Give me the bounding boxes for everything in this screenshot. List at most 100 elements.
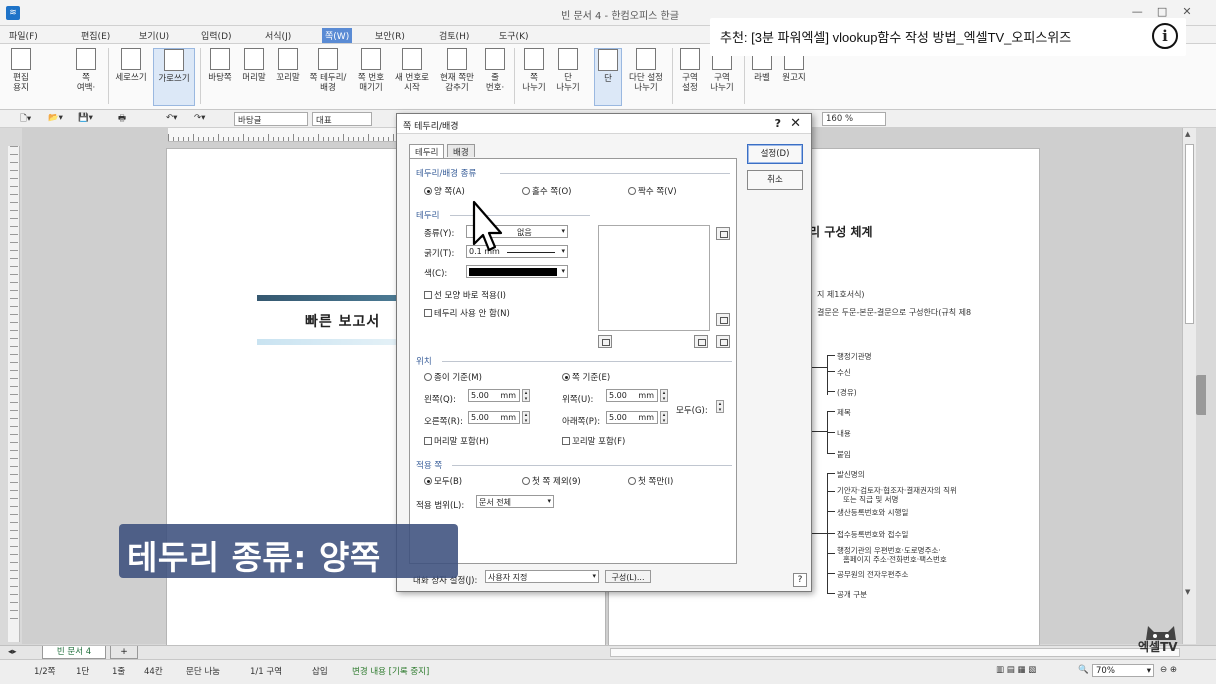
scroll-down-icon[interactable]: ▼ (1185, 588, 1190, 596)
minimize-button[interactable]: — (1126, 5, 1148, 18)
preset-select[interactable]: 사용자 지정 ▾ (485, 570, 599, 583)
menu-page[interactable]: 쪽(W) (322, 28, 353, 43)
border-preview[interactable] (598, 225, 710, 331)
dialog-title-bar[interactable]: 쪽 테두리/배경 ? ✕ (397, 114, 811, 134)
menu-tools[interactable]: 도구(K) (496, 28, 532, 43)
ribbon-page-break[interactable]: 쪽 나누기 (518, 48, 550, 93)
radio-page-basis[interactable]: 쪽 기준(E) (562, 371, 610, 383)
radio-even-pages[interactable]: 짝수 쪽(V) (628, 185, 677, 197)
ribbon-hide-page[interactable]: 현재 쪽만 감추기 (434, 48, 480, 93)
ribbon-margin[interactable]: 쪽 여백· (66, 48, 106, 93)
ribbon-multi-column[interactable]: 다단 설정 나누기 (624, 48, 668, 93)
undo-icon[interactable]: ↶▾ (166, 113, 177, 123)
side-panel-handle[interactable] (1196, 375, 1206, 415)
top-margin-input[interactable]: 5.00 mm (606, 389, 658, 402)
status-mode[interactable]: 삽입 (312, 665, 328, 677)
print-icon[interactable]: 🖶 (118, 113, 126, 127)
scroll-up-icon[interactable]: ▲ (1185, 130, 1190, 138)
all-margin-spinner[interactable]: ▴ ▾ (716, 400, 724, 413)
font-select[interactable]: 대표 (312, 112, 372, 126)
top-margin-spinner[interactable]: ▴ ▾ (660, 389, 668, 402)
save-icon[interactable]: 💾▾ (78, 113, 93, 123)
status-track-changes[interactable]: 변경 내용 [기록 중지] (352, 665, 429, 677)
ribbon-header[interactable]: 머리말 (238, 48, 270, 83)
radio-paper-basis[interactable]: 종이 기준(M) (424, 371, 482, 383)
right-margin-spinner[interactable]: ▴ ▾ (522, 411, 530, 424)
ribbon-vertical-writing[interactable]: 세로쓰기 (112, 48, 150, 83)
menu-edit[interactable]: 편집(E) (78, 28, 113, 43)
menu-format[interactable]: 서식(J) (262, 28, 294, 43)
border-left-button[interactable] (598, 335, 612, 348)
redo-icon[interactable]: ↷▾ (194, 113, 205, 123)
close-icon[interactable]: ✕ (790, 116, 801, 131)
horizontal-scrollbar[interactable] (610, 648, 1180, 657)
ribbon-column-break[interactable]: 단 나누기 (552, 48, 584, 93)
radio-except-first[interactable]: 첫 쪽 제외(9) (522, 475, 581, 487)
radio-apply-all[interactable]: 모두(B) (424, 475, 462, 487)
tab-nav-icon[interactable]: ◂▸ (8, 647, 17, 657)
menu-file[interactable]: 파일(F) (6, 28, 41, 43)
menu-review[interactable]: 검토(H) (436, 28, 472, 43)
style-select[interactable]: 바탕글 (234, 112, 308, 126)
menu-insert[interactable]: 입력(D) (198, 28, 235, 43)
ruler-tick (198, 137, 199, 141)
add-doc-tab-button[interactable]: + (110, 646, 138, 659)
range-select[interactable]: 문서 전체 ▾ (476, 495, 554, 508)
ribbon-section-settings[interactable]: 구역 설정 (676, 48, 704, 93)
ribbon-paper-edit[interactable]: 편집 용지 (6, 48, 36, 93)
zoom-input[interactable]: 70% ▾ (1092, 664, 1154, 677)
left-margin-input[interactable]: 5.00 mm (468, 389, 520, 402)
chk-include-footer[interactable]: 꼬리말 포함(F) (562, 435, 625, 447)
help-icon[interactable]: ? (775, 117, 781, 130)
ribbon-columns[interactable]: 단 (594, 48, 622, 106)
ribbon-page-border[interactable]: 쪽 테두리/ 배경 (306, 48, 350, 93)
bottom-margin-input[interactable]: 5.00 mm (606, 411, 658, 424)
ruler-tick (288, 137, 289, 141)
right-margin-input[interactable]: 5.00 mm (468, 411, 520, 424)
tab-border[interactable]: 테두리 (409, 144, 445, 158)
menu-security[interactable]: 보안(R) (372, 28, 408, 43)
info-icon[interactable]: i (1152, 23, 1178, 49)
radio-odd-pages[interactable]: 홀수 쪽(O) (522, 185, 572, 197)
doc-tab[interactable]: 빈 문서 4 (42, 646, 106, 659)
radio-first-only[interactable]: 첫 쪽만(I) (628, 475, 673, 487)
compose-button[interactable]: 구성(L)... (605, 570, 651, 583)
chk-apply-line-shape[interactable]: 선 모양 바로 적용(I) (424, 289, 506, 301)
view-mode-icons[interactable]: ▥ ▤ ▦ ▧ (996, 665, 1036, 675)
scroll-thumb[interactable] (1185, 144, 1194, 324)
radio-both-pages[interactable]: 양 쪽(A) (424, 185, 465, 197)
zoom-out-in-icons[interactable]: ⊖ ⊕ (1160, 665, 1177, 675)
chk-include-header[interactable]: 머리말 포함(H) (424, 435, 489, 447)
new-doc-icon[interactable]: 🗋▾ (20, 113, 31, 127)
close-window-button[interactable]: ✕ (1176, 5, 1198, 18)
ribbon-footer[interactable]: 꼬리말 (272, 48, 304, 83)
left-margin-spinner[interactable]: ▴ ▾ (522, 389, 530, 402)
vertical-ruler[interactable] (8, 146, 20, 642)
recommendation-text[interactable]: 추천: [3분 파워엑셀] vlookup함수 작성 방법_엑셀TV_오피스위즈 (720, 27, 1071, 46)
vertical-scrollbar[interactable]: ▲ ▼ (1182, 128, 1196, 644)
border-all-button[interactable] (716, 335, 730, 348)
border-top-button[interactable] (716, 227, 730, 240)
bottom-margin-spinner[interactable]: ▴ ▾ (660, 411, 668, 424)
zoom-select[interactable]: 160 % (822, 112, 886, 126)
help-button[interactable]: ? (793, 573, 807, 587)
zoom-magnifier-icon[interactable]: 🔍 (1078, 665, 1089, 675)
tree-item: 발신명의 (837, 470, 865, 479)
ribbon-line-number[interactable]: 줄 번호· (482, 48, 508, 93)
ribbon-horizontal-writing[interactable]: 가로쓰기 (153, 48, 195, 106)
chk-no-border[interactable]: 테두리 사용 안 함(N) (424, 307, 510, 319)
open-icon[interactable]: 📂▾ (48, 113, 63, 123)
border-right-button[interactable] (694, 335, 708, 348)
recommendation-banner[interactable]: 추천: [3분 파워엑셀] vlookup함수 작성 방법_엑셀TV_오피스위즈… (710, 18, 1186, 56)
ruler-tick (10, 154, 18, 155)
cancel-button[interactable]: 취소 (747, 170, 803, 190)
ribbon-new-number[interactable]: 새 번호로 시작 (392, 48, 432, 93)
color-select[interactable]: ▾ (466, 265, 568, 278)
tab-background[interactable]: 배경 (447, 144, 475, 158)
border-bottom-button[interactable] (716, 313, 730, 326)
maximize-button[interactable]: □ (1151, 5, 1173, 18)
ok-button[interactable]: 설정(D) (747, 144, 803, 164)
menu-view[interactable]: 보기(U) (136, 28, 172, 43)
ribbon-page-number[interactable]: 쪽 번호 매기기 (352, 48, 390, 93)
ribbon-master-page[interactable]: 바탕쪽 (204, 48, 236, 83)
